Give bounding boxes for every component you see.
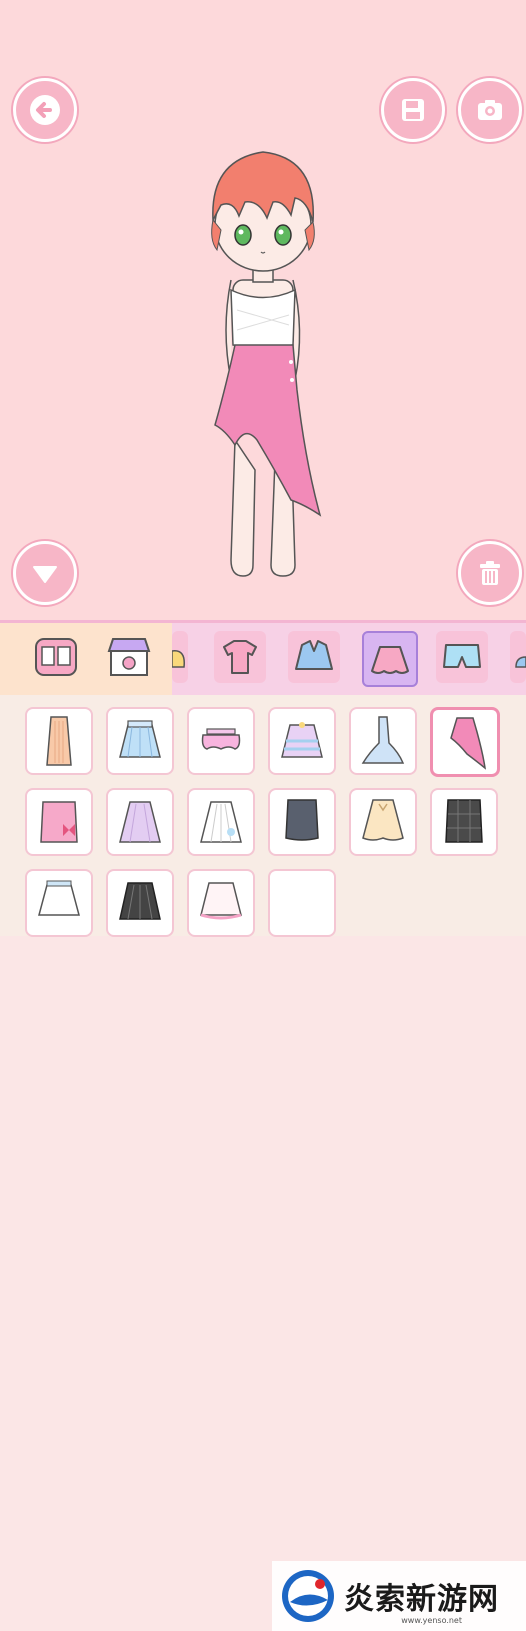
wardrobe-icon [35,638,77,676]
item-pink-asymmetric-skirt[interactable] [430,707,500,777]
item-white-ruffle-skirt[interactable] [25,869,93,937]
item-grey-pencil-skirt[interactable] [268,788,336,856]
skirt-category-icon [371,646,409,674]
item-black-pleated-skirt[interactable] [106,869,174,937]
shoes-category-tab[interactable] [510,631,526,683]
black-pleated-skirt-icon [119,882,161,920]
pink-asymmetric-skirt-icon [450,717,487,770]
outerwear-category-tab[interactable] [288,631,340,683]
lavender-skirt-icon [119,801,161,843]
item-slot-partial[interactable] [268,869,336,937]
skirt-layer [214,344,322,517]
shirt-category-icon [223,640,257,674]
wardrobe-button[interactable] [30,631,82,683]
down-arrow-icon [33,566,57,583]
save-button[interactable] [381,78,445,142]
item-pink-tutu-skirt[interactable] [187,707,255,775]
grey-pencil-skirt-icon [285,799,319,841]
character-avatar [211,151,322,577]
white-pink-skirt-icon [200,882,242,920]
item-long-peach-skirt[interactable] [25,707,93,775]
watermark-url: www.yenso.net [401,1616,462,1625]
collapse-button[interactable] [13,541,77,605]
item-black-plaid-skirt[interactable] [430,788,498,856]
watermark: 炎索新游网 www.yenso.net [272,1561,526,1631]
hair-category-tab[interactable] [172,631,188,683]
shorts-category-icon [443,644,481,668]
camera-button[interactable] [458,78,522,142]
trash-button[interactable] [458,541,522,605]
trash-icon [480,561,500,585]
skirts-category-tab[interactable] [362,631,418,687]
pastel-layered-skirt-icon [281,722,323,758]
back-arrow-icon [30,95,60,125]
dress-up-stage [0,0,526,620]
item-cream-skirt[interactable] [349,788,417,856]
white-ruffle-skirt-icon [38,880,80,916]
hair-category-icon [172,650,185,668]
category-toolbar [0,620,526,698]
jacket-category-icon [295,640,333,670]
shorts-category-tab[interactable] [436,631,488,683]
item-lavender-skirt[interactable] [106,788,174,856]
site-logo-icon [282,1570,334,1622]
shop-icon [107,638,151,676]
pink-tutu-skirt-icon [201,728,241,750]
item-pink-bow-skirt[interactable] [25,788,93,856]
pink-bow-skirt-icon [40,801,78,843]
watermark-text: 炎索新游网 [344,1582,499,1617]
shop-button[interactable] [103,631,155,683]
cream-skirt-icon [362,799,404,841]
camera-icon [478,100,502,120]
tops-category-tab[interactable] [214,631,266,683]
save-icon [402,99,424,121]
item-white-floral-skirt[interactable] [187,788,255,856]
shoes-category-icon [515,656,526,668]
item-blue-mermaid-skirt[interactable] [349,707,417,775]
black-plaid-skirt-icon [445,799,483,843]
back-button[interactable] [13,78,77,142]
item-white-pink-skirt[interactable] [187,869,255,937]
items-grid: 炎索新游网 www.yenso.net [0,695,526,1631]
blue-pleated-skirt-icon [119,720,161,758]
long-peach-skirt-icon [46,716,72,766]
item-pastel-layered-skirt[interactable] [268,707,336,775]
item-blue-pleated-skirt[interactable] [106,707,174,775]
blue-mermaid-skirt-icon [361,716,405,764]
white-floral-skirt-icon [200,801,242,843]
